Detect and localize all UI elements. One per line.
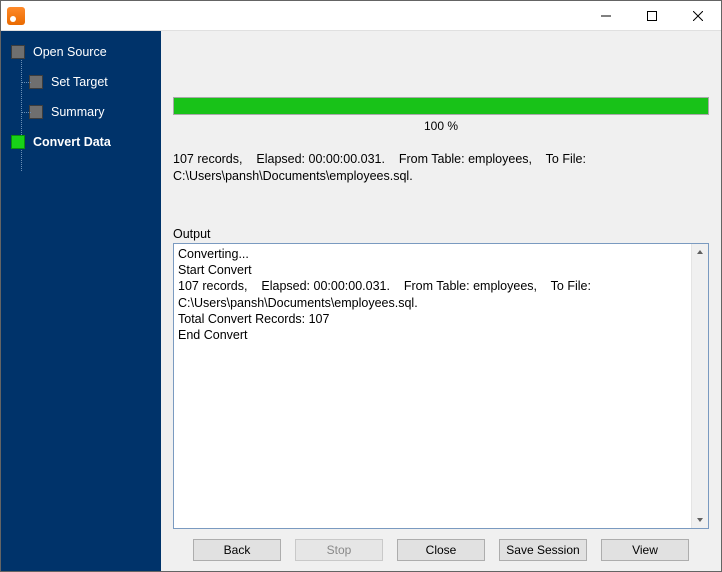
progress-percent: 100 % xyxy=(173,119,709,133)
step-box-icon xyxy=(29,75,43,89)
maximize-button[interactable] xyxy=(629,1,675,31)
view-button[interactable]: View xyxy=(601,539,689,561)
wizard-button-row: Back Stop Close Save Session View xyxy=(173,539,709,561)
step-label: Set Target xyxy=(51,75,108,89)
minimize-button[interactable] xyxy=(583,1,629,31)
step-label: Convert Data xyxy=(33,135,111,149)
step-box-icon xyxy=(29,105,43,119)
titlebar xyxy=(1,1,721,31)
output-box xyxy=(173,243,709,529)
step-box-icon xyxy=(11,135,25,149)
output-label: Output xyxy=(173,227,709,241)
step-open-source[interactable]: Open Source xyxy=(1,37,161,67)
scroll-down-icon[interactable] xyxy=(692,511,708,528)
wizard-sidebar: Open Source Set Target Summary Convert D… xyxy=(1,31,161,571)
step-set-target[interactable]: Set Target xyxy=(1,67,161,97)
main-panel: 100 % 107 records, Elapsed: 00:00:00.031… xyxy=(161,31,721,571)
step-label: Summary xyxy=(51,105,104,119)
step-label: Open Source xyxy=(33,45,107,59)
step-summary[interactable]: Summary xyxy=(1,97,161,127)
app-window: Open Source Set Target Summary Convert D… xyxy=(0,0,722,572)
step-box-icon xyxy=(11,45,25,59)
app-icon xyxy=(7,7,25,25)
back-button[interactable]: Back xyxy=(193,539,281,561)
output-scrollbar[interactable] xyxy=(691,244,708,528)
progress-bar xyxy=(173,97,709,115)
close-button[interactable]: Close xyxy=(397,539,485,561)
output-textarea[interactable] xyxy=(174,244,691,528)
close-window-button[interactable] xyxy=(675,1,721,31)
step-convert-data[interactable]: Convert Data xyxy=(1,127,161,157)
conversion-summary: 107 records, Elapsed: 00:00:00.031. From… xyxy=(173,151,709,185)
scroll-up-icon[interactable] xyxy=(692,244,708,261)
save-session-button[interactable]: Save Session xyxy=(499,539,587,561)
stop-button: Stop xyxy=(295,539,383,561)
